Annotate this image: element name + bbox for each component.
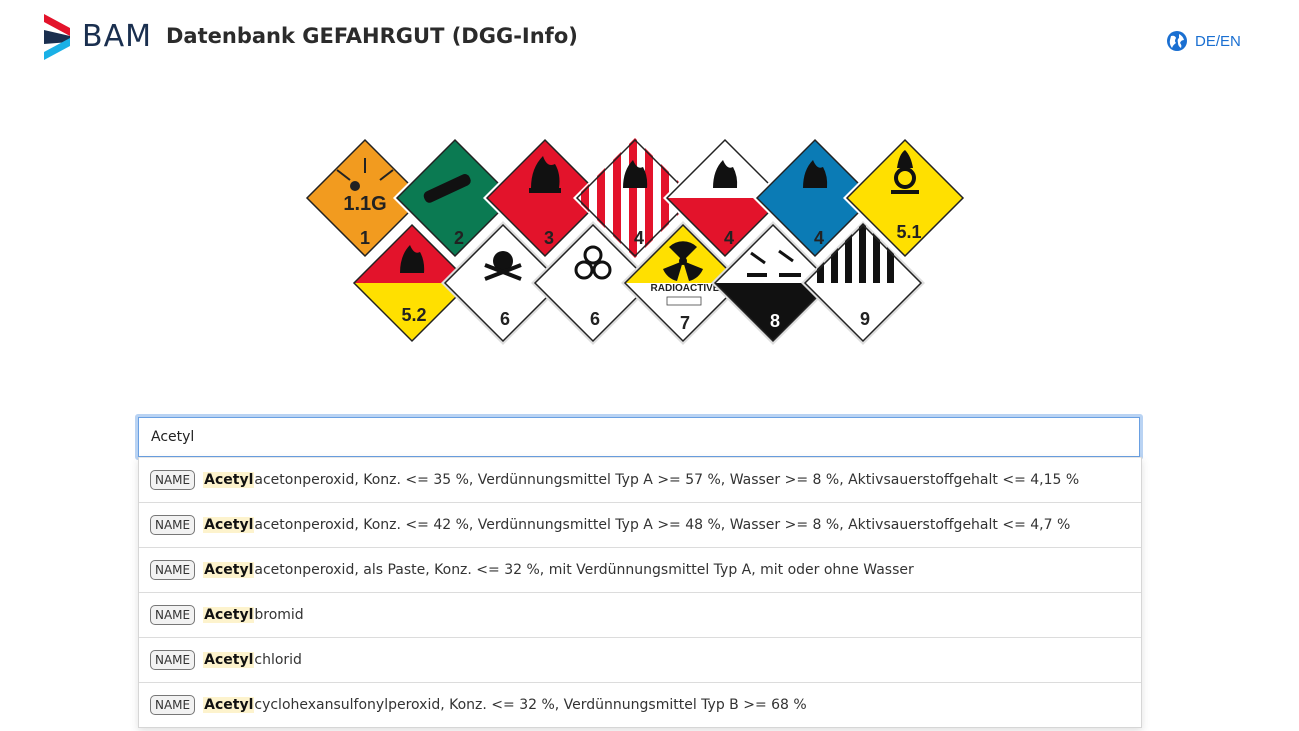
bam-logo-mark: [44, 14, 70, 60]
sign-number: 4: [724, 228, 734, 248]
language-label: DE/EN: [1195, 32, 1241, 50]
logo-text: BAM: [82, 19, 152, 54]
result-text: acetonperoxid, Konz. <= 35 %, Verdünnung…: [254, 472, 1080, 488]
result-match-highlight: Acetyl: [203, 697, 255, 713]
autocomplete-list: NAME Acetyl acetonperoxid, Konz. <= 35 %, …: [138, 457, 1142, 728]
bam-logo[interactable]: BAM: [44, 14, 154, 60]
sign-number: 4: [814, 228, 824, 248]
name-badge: NAME: [150, 560, 196, 580]
name-badge: NAME: [150, 605, 196, 625]
sign-number: 3: [544, 228, 554, 248]
result-text: cyclohexansulfonylperoxid, Konz. <= 32 %…: [254, 697, 807, 713]
result-match-highlight: Acetyl: [203, 607, 255, 623]
sign-number: 1: [360, 228, 370, 248]
result-text: bromid: [254, 607, 304, 623]
globe-icon: [1166, 30, 1188, 52]
result-item[interactable]: NAME Acetyl bromid: [139, 592, 1141, 637]
sign-number: 6: [500, 309, 510, 329]
result-match-highlight: Acetyl: [203, 652, 255, 668]
sign-number: 4: [634, 228, 644, 248]
name-badge: NAME: [150, 515, 196, 535]
search-box: [135, 414, 1143, 460]
sign-number: 2: [454, 228, 464, 248]
sign-number: 8: [770, 311, 780, 331]
page-title: Datenbank GEFAHRGUT (DGG-Info): [166, 24, 578, 48]
sign-sublabel: 1.1G: [343, 193, 386, 215]
sign-number: 7: [680, 313, 690, 333]
sign-number: 9: [860, 309, 870, 329]
name-badge: NAME: [150, 470, 196, 490]
sign-number: 5.1: [896, 222, 921, 242]
sign-number: 5.2: [401, 305, 426, 325]
result-match-highlight: Acetyl: [203, 562, 255, 578]
result-item[interactable]: NAME Acetyl acetonperoxid, Konz. <= 42 %, …: [139, 502, 1141, 547]
result-item[interactable]: NAME Acetyl cyclohexansulfonylperoxid, Kon…: [139, 682, 1141, 727]
name-badge: NAME: [150, 650, 196, 670]
result-item[interactable]: NAME Acetyl acetonperoxid, als Paste, Konz…: [139, 547, 1141, 592]
result-match-highlight: Acetyl: [203, 472, 255, 488]
name-badge: NAME: [150, 695, 196, 715]
result-match-highlight: Acetyl: [203, 517, 255, 533]
result-item[interactable]: NAME Acetyl acetonperoxid, Konz. <= 35 %, …: [139, 457, 1141, 502]
hazard-signs-banner: 1.1G 1 2 3 4 4 4 5.1 5.2 6 6 RADIOACTIVE…: [300, 128, 980, 348]
sign-sublabel: RADIOACTIVE: [651, 283, 720, 294]
sign-number: 6: [590, 309, 600, 329]
result-text: chlorid: [254, 652, 302, 668]
result-text: acetonperoxid, Konz. <= 42 %, Verdünnung…: [254, 517, 1071, 533]
search-input[interactable]: [138, 417, 1140, 457]
language-switch[interactable]: DE/EN: [1166, 29, 1241, 53]
result-item[interactable]: NAME Acetyl chlorid: [139, 637, 1141, 682]
result-text: acetonperoxid, als Paste, Konz. <= 32 %,…: [254, 562, 914, 578]
